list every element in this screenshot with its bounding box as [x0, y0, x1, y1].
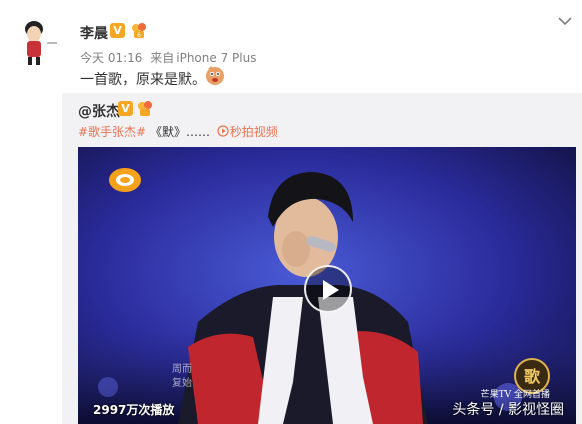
emoji-icon: [206, 66, 224, 85]
source-device[interactable]: iPhone 7 Plus: [176, 51, 256, 65]
original-text: #歌手张杰# 《默》…… 秒拍视频: [78, 123, 278, 140]
chevron-down-icon[interactable]: [558, 16, 572, 26]
post-text: 一首歌，原来是默。: [80, 72, 206, 88]
vip-badge-icon[interactable]: 6: [130, 21, 148, 39]
original-author[interactable]: @张杰: [78, 101, 120, 121]
video-caption-line1: 周而: [172, 364, 192, 375]
verified-badge-icon: V: [118, 101, 133, 116]
video-caption: 周而 复始: [172, 363, 192, 391]
weibo-post-card: 李晨 V 6 今天 01:16 来自 iPhone 7 Plus 一首歌，原来是默…: [0, 0, 582, 424]
post-time[interactable]: 今天 01:16: [80, 51, 142, 65]
author-name[interactable]: 李晨: [80, 23, 108, 43]
play-count: 2997万次播放: [93, 403, 175, 417]
verified-badge-icon: V: [110, 23, 125, 38]
post-meta: 今天 01:16 来自 iPhone 7 Plus: [80, 49, 256, 66]
channel-logo-icon: [109, 168, 141, 192]
original-text-body: 《默》……: [146, 125, 210, 139]
svg-text:歌: 歌: [524, 367, 541, 386]
avatar[interactable]: [14, 16, 64, 66]
topic-tag[interactable]: #歌手张杰#: [78, 125, 146, 139]
play-button[interactable]: [304, 265, 352, 313]
video-caption-line2: 复始: [172, 378, 192, 389]
play-icon: [323, 280, 339, 300]
video-link[interactable]: 秒拍视频: [230, 125, 278, 139]
video-link-icon[interactable]: [217, 125, 229, 137]
video-player[interactable]: 周而 复始 歌 芒果TV 全网首播 2997万次播放 头条号 / 影视怪圈: [78, 147, 576, 424]
watermark: 头条号 / 影视怪圈: [452, 402, 564, 418]
source-prefix: 来自: [150, 51, 175, 65]
svg-text:6: 6: [137, 32, 141, 39]
vip-badge-icon[interactable]: [136, 99, 154, 117]
